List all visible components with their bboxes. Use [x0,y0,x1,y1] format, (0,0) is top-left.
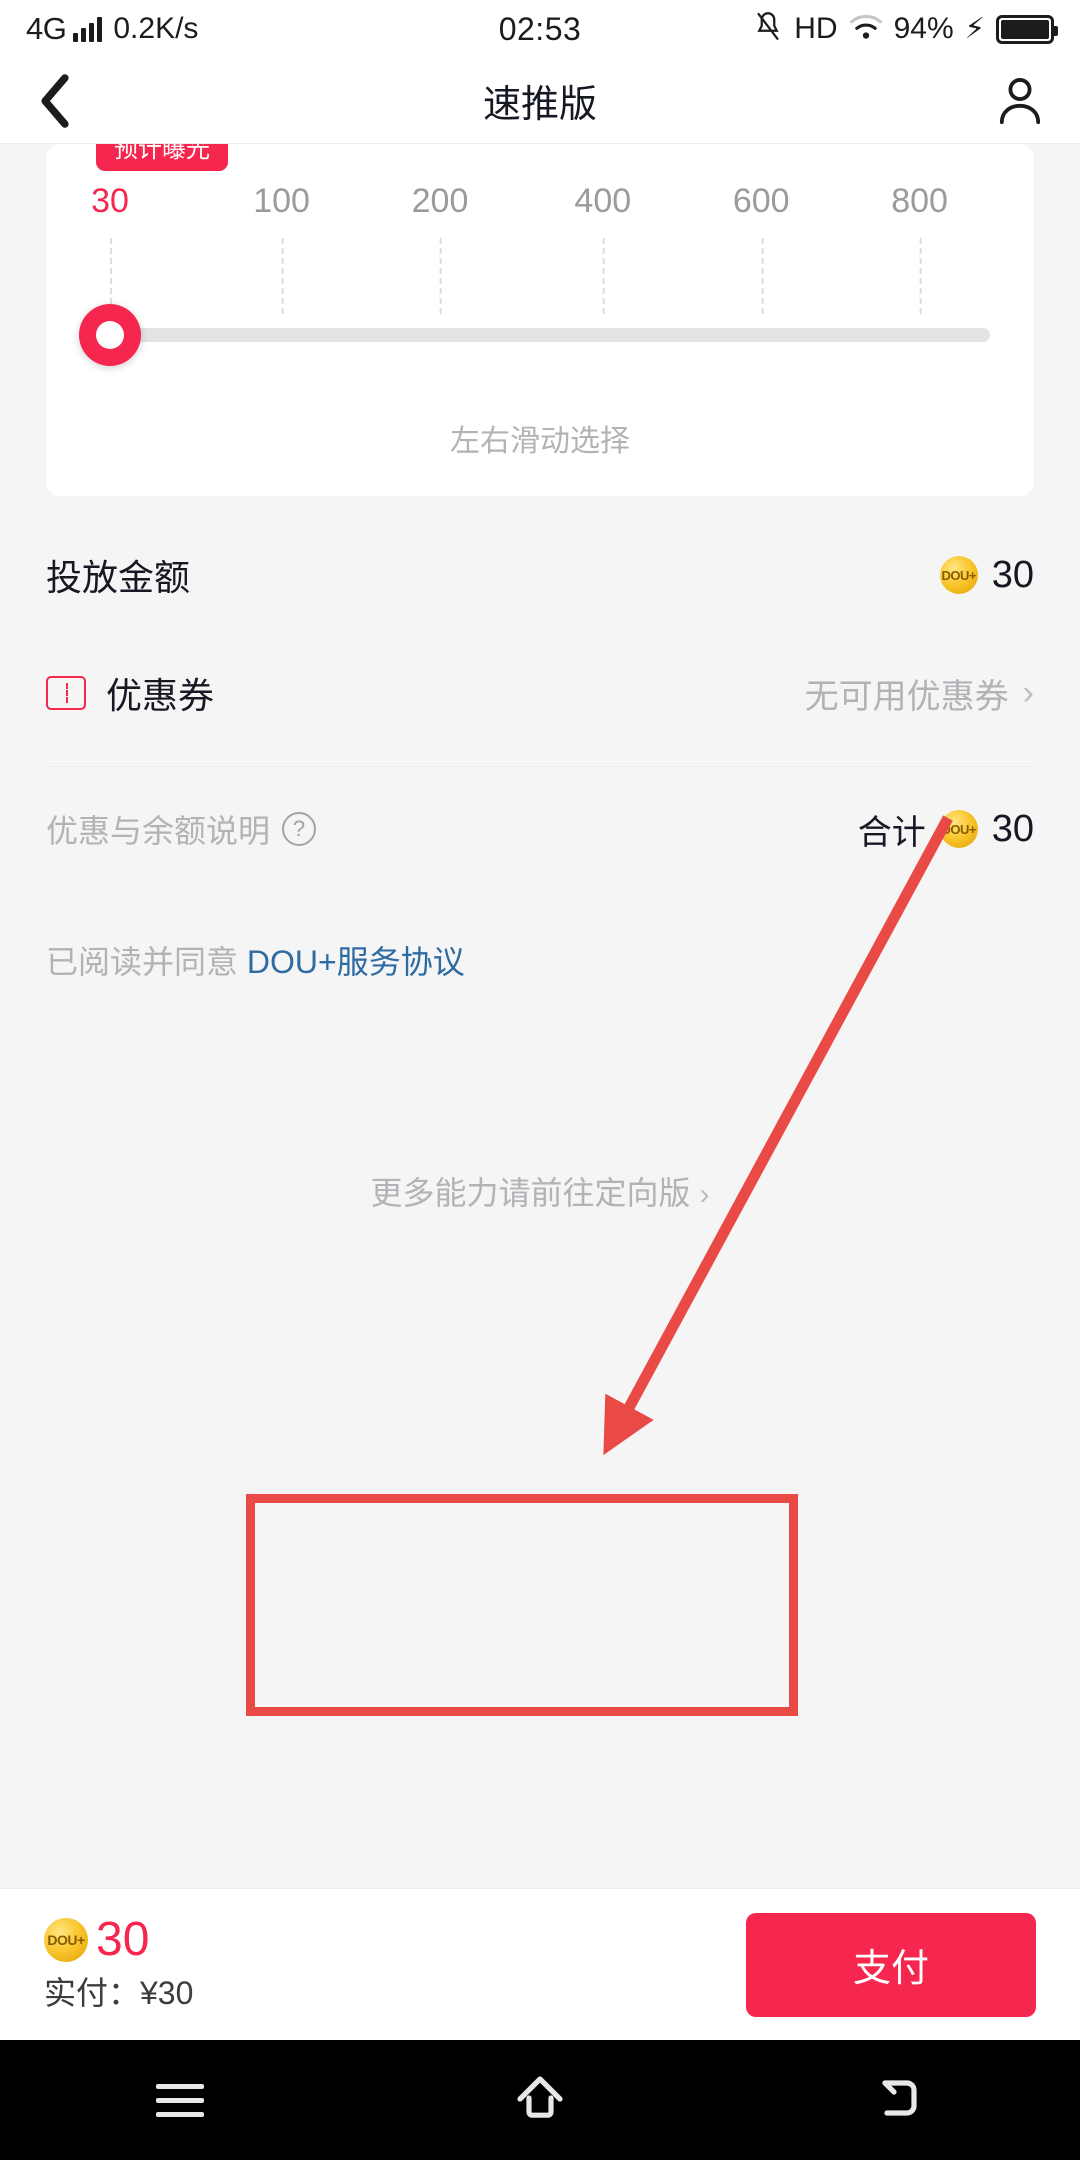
slider-tick-labels: 30 100 200 400 600 800 [91,182,990,314]
budget-row-right: DOU+ 30 [939,553,1034,597]
slider-tick-dash [602,238,605,314]
slider-track [110,328,990,342]
slider-tick-dash [761,238,764,314]
total-label: 合计 [857,813,926,852]
slider-tick-label: 600 [732,182,790,220]
dou-plus-coin-icon: DOU+ [939,810,978,848]
app-nav-bar: 速推版 [0,58,1080,144]
clock-label: 02:53 [498,10,582,47]
network-type-label: 4G [26,11,67,46]
slider-tick-dash [439,238,442,314]
status-bar: 4G 0.2K/s 02:53 HD 94% ⚡ [0,0,1080,58]
dou-plus-coin-icon: DOU+ [939,556,978,594]
slider-tick-0: 30 [91,182,129,314]
chevron-right-icon: › [1022,674,1034,712]
slider-tick-5: 800 [891,182,948,314]
agreement-row: 已阅读并同意 DOU+服务协议 [46,937,1034,983]
battery-icon [996,14,1058,44]
budget-value: 30 [991,553,1034,596]
back-arrow-icon [875,2074,925,2127]
coupon-row[interactable]: 优惠券 无可用优惠券 › [46,634,1034,752]
mute-icon [753,10,783,49]
status-bar-left: 4G 0.2K/s [26,11,198,47]
budget-row: 投放金额 DOU+ 30 [46,516,1034,634]
status-bar-right: HD 94% ⚡ [753,10,1058,49]
slider-tick-dash [281,238,284,314]
pay-button[interactable]: 支付 [746,1912,1036,2017]
payment-info: DOU+ 30 实付：¥30 [44,1912,194,2014]
payment-amount-row: DOU+ 30 [44,1912,193,1966]
summary-row: 优惠与余额说明 ? 合计 DOU+ 30 [46,767,1034,891]
recent-apps-button[interactable] [0,2040,360,2160]
data-speed-label: 0.2K/s [113,12,199,45]
question-mark-icon[interactable]: ? [282,812,317,846]
dou-plus-coin-icon: DOU+ [44,1917,88,1962]
more-capability-label: 更多能力请前往定向版 [370,1175,691,1211]
slider-tick-label: 800 [891,182,948,220]
actual-payment-label: 实付：¥30 [44,1974,194,2011]
home-button[interactable] [360,2040,720,2160]
android-navigation-bar [0,2040,1080,2160]
slider-tick-label: 200 [411,182,469,220]
slider-tick-4: 600 [732,182,790,314]
slider-hint-label: 左右滑动选择 [450,425,630,458]
home-icon [514,2073,566,2128]
slider-tick-label: 100 [253,182,310,220]
wifi-icon [849,12,883,47]
slider-tick-2: 200 [411,182,469,314]
slider-tick-dash [919,238,922,314]
scroll-content: 预计曝光 30 100 200 400 600 800 左右滑动选择 投放金额 … [0,144,1080,1888]
payment-bar: DOU+ 30 实付：¥30 支付 [0,1888,1080,2040]
coupon-ticket-icon [46,676,86,710]
slider-tick-label: 400 [574,182,632,220]
budget-slider-card[interactable]: 预计曝光 30 100 200 400 600 800 左右滑动选择 [46,144,1034,496]
slider-tick-dash [109,238,112,314]
chevron-right-icon: › [699,1178,710,1211]
hd-label: HD [794,12,838,45]
coupon-value: 无可用优惠券 [804,677,1009,716]
charging-bolt-icon: ⚡ [964,12,985,45]
total-value: 30 [991,807,1034,850]
summary-row-right: 合计 DOU+ 30 [858,805,1034,854]
agreement-link[interactable]: DOU+服务协议 [247,944,465,980]
payment-amount: 30 [96,1912,150,1966]
budget-label: 投放金额 [46,557,191,598]
agreement-prefix: 已阅读并同意 [46,944,247,980]
coupon-row-right: 无可用优惠券 › [805,669,1034,718]
slider-tick-label: 30 [91,182,129,220]
signal-bars-icon [73,16,103,42]
phone-screen: 4G 0.2K/s 02:53 HD 94% ⚡ 速推版 预计曝光 30 100… [0,0,1080,2160]
slider-tick-3: 400 [574,182,632,314]
slider-tick-1: 100 [253,182,310,314]
slider-value-badge: 预计曝光 [96,144,228,171]
budget-slider[interactable] [79,304,990,366]
coupon-label: 优惠券 [106,675,215,716]
page-title: 速推版 [482,84,597,126]
summary-row-left[interactable]: 优惠与余额说明 ? [46,806,317,852]
slider-handle[interactable] [79,304,141,366]
budget-row-left: 投放金额 [46,549,190,601]
back-button-system[interactable] [720,2040,1080,2160]
battery-percent-label: 94% [893,12,954,45]
coupon-row-left: 优惠券 [46,667,214,719]
hamburger-menu-icon [156,2075,204,2126]
more-capability-entry[interactable]: 更多能力请前往定向版 › [0,1168,1080,1214]
discount-explain-label: 优惠与余额说明 [46,813,271,849]
